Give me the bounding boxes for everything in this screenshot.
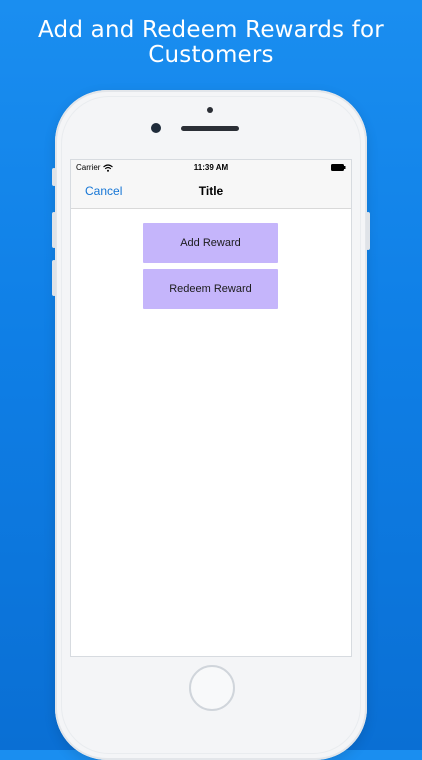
earpiece-speaker [181,126,239,131]
status-time: 11:39 AM [193,163,229,172]
mute-switch [52,168,56,186]
navigation-bar: Cancel Title [71,176,351,209]
add-reward-button[interactable]: Add Reward [143,223,278,263]
volume-up-button [52,212,56,248]
home-button[interactable] [189,665,235,711]
status-bar: Carrier 11:39 AM [71,160,351,176]
volume-down-button [52,260,56,296]
redeem-reward-button[interactable]: Redeem Reward [143,269,278,309]
power-button [366,212,370,250]
promo-headline: Add and Redeem Rewards for Customers [0,18,422,68]
battery-icon [331,164,346,171]
cancel-button[interactable]: Cancel [85,184,122,198]
phone-screen: Carrier 11:39 AM Cancel Title Add Reward… [70,159,352,657]
phone-frame: Carrier 11:39 AM Cancel Title Add Reward… [52,90,370,760]
front-camera [151,123,161,133]
promo-headline-line-1: Add and Redeem Rewards for [38,17,384,43]
proximity-sensor [207,107,213,113]
promo-headline-line-2: Customers [148,42,274,68]
main-content: Add Reward Redeem Reward [71,209,351,656]
